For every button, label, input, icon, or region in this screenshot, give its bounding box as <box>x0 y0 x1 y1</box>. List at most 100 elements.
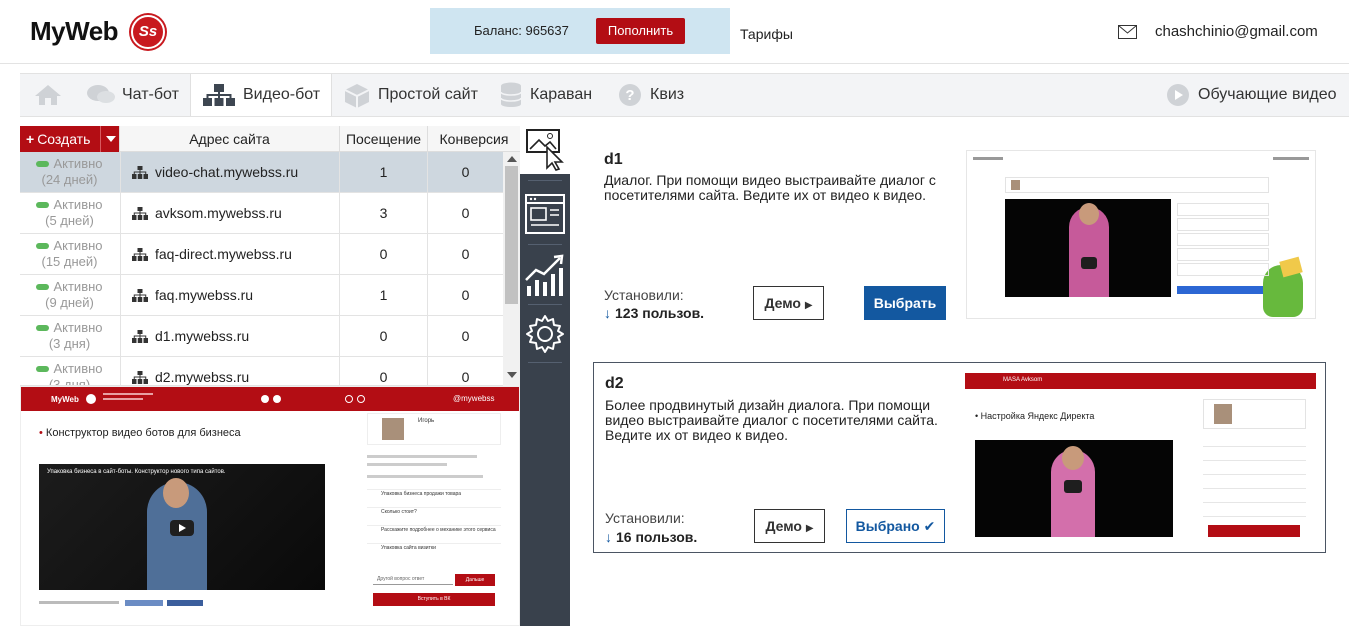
tool-sidebar <box>520 126 570 626</box>
preview-chat-option[interactable]: Сколько стоит? <box>367 507 501 525</box>
tab-quiz[interactable]: ? Квиз <box>612 74 692 116</box>
conversion-value: 0 <box>427 152 503 192</box>
tool-settings[interactable] <box>520 310 570 360</box>
tab-video-bot[interactable]: Видео-бот <box>190 74 332 116</box>
preview-chat-option[interactable]: Расскажите подробнее о механике этого се… <box>367 525 501 543</box>
demo-button[interactable]: Демо ▶ <box>754 509 825 543</box>
table-scrollbar[interactable] <box>503 152 520 386</box>
thumb-option <box>1203 475 1306 489</box>
tutorials-link[interactable]: Обучающие видео <box>1166 74 1346 116</box>
scroll-down-arrow[interactable] <box>507 372 517 378</box>
chat-message-line <box>367 455 477 458</box>
site-address[interactable]: d1.mywebss.ru <box>120 316 339 356</box>
home-icon <box>35 85 61 105</box>
tab-chat-bot[interactable]: Чат-бот <box>80 74 190 116</box>
site-preview: MyWeb @mywebss • Конструктор видео ботов… <box>20 386 520 626</box>
home-tab[interactable] <box>20 74 76 116</box>
create-label: Создать <box>37 131 91 147</box>
conversion-value: 0 <box>427 193 503 233</box>
preview-video[interactable]: Упаковка бизнеса в сайт-боты. Конструкто… <box>39 464 325 590</box>
template-title: d2 <box>605 375 624 392</box>
tab-caravan[interactable]: Караван <box>494 74 606 116</box>
preview-chat-option[interactable]: Упаковка бизнеса продажи товара <box>367 489 501 507</box>
preview-send-button[interactable]: Дальше <box>455 574 495 586</box>
preview-tagline-2 <box>103 398 143 400</box>
balance-panel: Баланс: 965637 Пополнить <box>430 8 730 54</box>
topup-button[interactable]: Пополнить <box>596 18 685 44</box>
template-card-d1: d1 Диалог. При помощи видео выстраивайте… <box>593 140 1326 340</box>
tab-quiz-label: Квиз <box>650 86 685 103</box>
tab-simple-site-label: Простой сайт <box>378 86 478 103</box>
tool-layout[interactable] <box>520 186 570 246</box>
tool-separator <box>528 244 562 245</box>
site-address[interactable]: faq-direct.mywebss.ru <box>120 234 339 274</box>
col-conversion[interactable]: Конверсия <box>427 126 520 152</box>
tab-simple-site[interactable]: Простой сайт <box>338 74 480 116</box>
preview-chat-option[interactable]: Упаковка сайта визитки <box>367 543 501 561</box>
chat-message-line-2 <box>367 463 447 466</box>
site-address[interactable]: video-chat.mywebss.ru <box>120 152 339 192</box>
col-visits[interactable]: Посещение <box>339 126 427 152</box>
preview-logo-badge <box>85 393 97 405</box>
user-email[interactable]: chashchinio@gmail.com <box>1155 23 1318 40</box>
table-row[interactable]: Активно (15 дней) faq-direct.mywebss.ru 0 0 <box>20 234 503 275</box>
selected-template-button[interactable]: Выбрано ✔ <box>846 509 945 543</box>
sitemap-icon <box>132 207 148 220</box>
image-pointer-icon <box>526 129 564 171</box>
table-row[interactable]: Активно (9 дней) faq.mywebss.ru 1 0 <box>20 275 503 316</box>
sitemap-icon <box>132 330 148 343</box>
site-address[interactable]: d2.mywebss.ru <box>120 357 339 385</box>
preview-vk-button[interactable]: Вступить в ВК <box>373 593 495 606</box>
logo[interactable]: MyWeb <box>30 16 119 47</box>
tool-separator <box>528 362 562 363</box>
status-badge: Активно (3 дня) <box>20 357 119 385</box>
col-site-address[interactable]: Адрес сайта <box>119 126 339 152</box>
gear-icon <box>526 315 564 353</box>
tool-templates[interactable] <box>520 126 570 174</box>
thumb-option <box>1177 203 1269 216</box>
arrow-down-icon: ↓ <box>605 529 612 545</box>
status-dot-icon <box>36 242 50 249</box>
status-badge: Активно (9 дней) <box>20 275 119 315</box>
status-dot-icon <box>36 283 50 290</box>
mail-icon <box>1118 25 1137 39</box>
status-dot-icon <box>36 160 50 167</box>
create-dropdown-toggle[interactable] <box>100 126 119 152</box>
site-address[interactable]: avksom.mywebss.ru <box>120 193 339 233</box>
tariffs-link[interactable]: Тарифы <box>740 26 793 42</box>
table-row[interactable]: Активно (24 дней) video-chat.mywebss.ru 1 0 <box>20 152 503 193</box>
chat-name: Игорь <box>418 418 435 424</box>
scroll-thumb[interactable] <box>505 166 518 304</box>
status-badge: Активно (5 дней) <box>20 193 119 233</box>
balance-text: Баланс: 965637 <box>474 23 569 38</box>
preview-footer-text <box>39 601 119 604</box>
thumb-heading: • Настройка Яндекс Директа <box>975 411 1095 421</box>
chat-message-line-3 <box>367 475 483 478</box>
preview-handle: @mywebss <box>453 394 495 403</box>
status-badge: Активно (3 дня) <box>20 316 119 356</box>
play-button-icon[interactable] <box>170 520 194 536</box>
site-address[interactable]: faq.mywebss.ru <box>120 275 339 315</box>
table-row[interactable]: Активно (3 дня) d1.mywebss.ru 0 0 <box>20 316 503 357</box>
demo-button[interactable]: Демо ▶ <box>753 286 824 320</box>
visits-value: 1 <box>339 275 427 315</box>
thumb-option <box>1203 503 1306 517</box>
arrow-down-icon: ↓ <box>604 305 611 321</box>
visits-value: 1 <box>339 152 427 192</box>
tool-stats[interactable] <box>520 248 570 306</box>
scroll-up-arrow[interactable] <box>507 156 517 162</box>
select-template-button[interactable]: Выбрать <box>864 286 946 320</box>
preview-tagline <box>103 393 153 395</box>
ok-icon <box>357 395 365 403</box>
conversion-value: 0 <box>427 316 503 356</box>
preview-chat-input[interactable]: Другой вопрос ответ <box>373 573 453 585</box>
table-row[interactable]: Активно (3 дня) d2.mywebss.ru 0 0 <box>20 357 503 386</box>
thumb-option <box>1203 461 1306 475</box>
caret-right-icon: ▶ <box>805 523 814 534</box>
create-button[interactable]: + Создать <box>20 126 100 152</box>
conversion-value: 0 <box>427 357 503 385</box>
svg-text:?: ? <box>625 87 634 104</box>
table-row[interactable]: Активно (5 дней) avksom.mywebss.ru 3 0 <box>20 193 503 234</box>
tab-chat-bot-label: Чат-бот <box>122 86 179 103</box>
tab-video-bot-label: Видео-бот <box>243 86 321 103</box>
